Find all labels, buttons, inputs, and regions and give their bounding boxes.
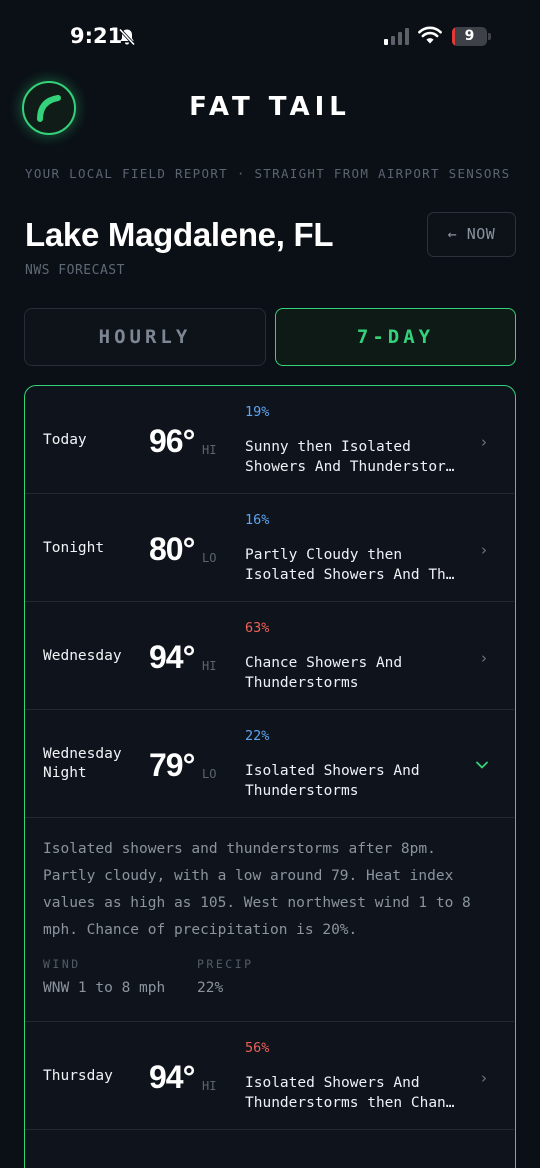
day-name: Wednesday xyxy=(43,647,122,664)
cell-signal-icon xyxy=(384,28,410,45)
day-name: Thursday xyxy=(43,1067,113,1084)
chevron-down-icon[interactable] xyxy=(475,760,489,770)
precip-value: 22% xyxy=(197,980,224,996)
chevron-right-icon[interactable]: › xyxy=(481,433,487,451)
chevron-right-icon[interactable]: › xyxy=(481,541,487,559)
temperature: 80° xyxy=(149,531,195,567)
chevron-right-icon[interactable]: › xyxy=(481,649,487,667)
tab-hourly[interactable]: HOURLY xyxy=(24,308,266,366)
day-name: Wednesday Night xyxy=(43,746,122,781)
temp-kind: HI xyxy=(202,1079,217,1093)
battery-icon: 9 xyxy=(452,27,487,46)
forecast-row-today[interactable]: Today 96° HI 19% Sunny then Isolated Sho… xyxy=(25,386,514,494)
precip-chance: 16% xyxy=(245,512,270,528)
temp-kind: LO xyxy=(202,767,217,781)
forecast-row-wednesday-night[interactable]: Wednesday Night 79° LO 22% Isolated Show… xyxy=(25,710,514,818)
temp-kind: HI xyxy=(202,659,217,673)
temperature: 94° xyxy=(149,1059,195,1095)
precip-label: PRECIP xyxy=(197,957,254,971)
details-text: Isolated showers and thunderstorms after… xyxy=(43,841,471,938)
precip-chance: 22% xyxy=(245,728,270,744)
forecast-summary: Isolated Showers And Thunderstorms then … xyxy=(245,1075,455,1111)
forecast-list: Today 96° HI 19% Sunny then Isolated Sho… xyxy=(24,385,516,1168)
precip-chance: 56% xyxy=(245,1040,270,1056)
app-title: FAT TAIL xyxy=(189,92,351,122)
forecast-summary: Partly Cloudy then Isolated Showers And … xyxy=(245,547,455,583)
temp-kind: LO xyxy=(202,551,217,565)
status-bar: 9:21 9 xyxy=(0,0,540,72)
bell-muted-icon xyxy=(118,28,136,46)
tab-7-day[interactable]: 7-DAY xyxy=(275,308,516,366)
precip-chance: 63% xyxy=(245,620,270,636)
temperature: 79° xyxy=(149,747,195,783)
day-name: Today xyxy=(43,431,87,448)
wind-value: WNW 1 to 8 mph xyxy=(43,980,166,996)
temp-kind: HI xyxy=(202,443,217,457)
forecast-source: NWS FORECAST xyxy=(25,263,125,278)
temperature: 94° xyxy=(149,639,195,675)
wind-label: WIND xyxy=(43,957,81,971)
forecast-summary: Sunny then Isolated Showers And Thunders… xyxy=(245,439,455,475)
tagline: YOUR LOCAL FIELD REPORT · STRAIGHT FROM … xyxy=(25,166,511,181)
forecast-summary: Isolated Showers And Thunderstorms xyxy=(245,763,420,799)
forecast-row-wednesday[interactable]: Wednesday 94° HI 63% Chance Showers And … xyxy=(25,602,514,710)
precip-chance: 19% xyxy=(245,404,270,420)
forecast-summary: Chance Showers And Thunderstorms xyxy=(245,655,403,691)
day-name: Tonight xyxy=(43,539,105,556)
location-title: Lake Magdalene, FL xyxy=(25,216,334,253)
forecast-row-tonight[interactable]: Tonight 80° LO 16% Partly Cloudy then Is… xyxy=(25,494,514,602)
battery-cap xyxy=(488,33,491,40)
wifi-icon xyxy=(418,26,442,44)
temperature: 96° xyxy=(149,423,195,459)
forecast-row-thursday[interactable]: Thursday 94° HI 56% Isolated Showers And… xyxy=(25,1022,514,1130)
chevron-right-icon[interactable]: › xyxy=(481,1069,487,1087)
status-time: 9:21 xyxy=(70,24,123,48)
battery-level: 9 xyxy=(464,28,475,44)
forecast-details-panel: Isolated showers and thunderstorms after… xyxy=(25,818,514,1022)
now-button[interactable]: ← NOW xyxy=(427,212,516,257)
app-screen: 9:21 9 FAT TAIL YOUR LOCAL FIELD REPORT … xyxy=(0,0,540,1168)
